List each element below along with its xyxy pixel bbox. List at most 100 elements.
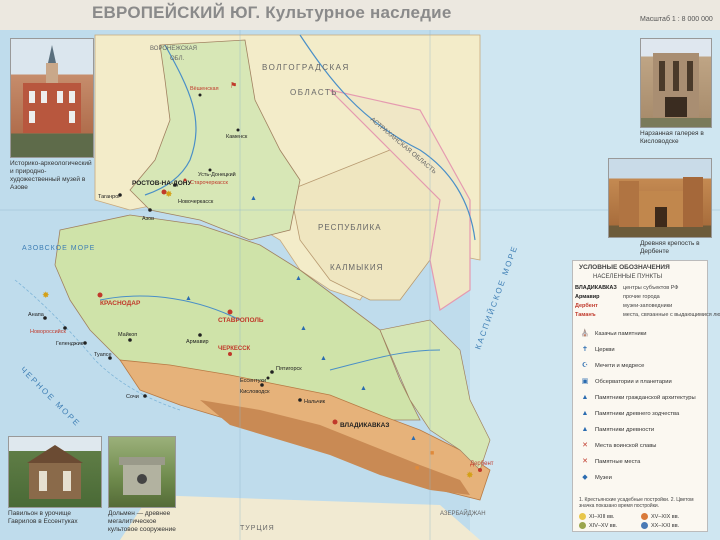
monument-icon[interactable]: ▲ [185,295,192,302]
legend-population-row: Таманъ места, связанные с выдающимися люд… [575,312,720,318]
epoch-label: XV–XIX вв. [651,513,680,520]
legend-epoch: XX–XXI вв. [641,522,679,529]
country-label: ТУРЦИЯ [240,525,275,532]
city-label[interactable]: Ессентуки [240,378,266,384]
country-label: АЗЕРБАЙДЖАН [440,509,486,517]
mosque-icon[interactable]: ▲ [410,435,417,442]
museum-reserve-icon[interactable]: ✸ [466,470,474,480]
city-label[interactable]: Азов [142,216,154,222]
caption-essentuki-pavilion: Павильон в урочище Гаврилов в Ессентуках [8,510,78,525]
city-marker[interactable] [228,352,232,356]
city-marker[interactable] [332,419,338,425]
legend-item-label: Памятники древнего зодчества [595,411,680,417]
legend-item: ⛪ Казачьи памятники [579,329,647,338]
photo-essentuki-pavilion [8,436,102,508]
legend-item: ✕ Памятные места [579,457,640,466]
city-label[interactable]: Каменск [226,134,248,140]
legend-subtitle: НАСЕЛЕННЫЕ ПУНКТЫ [593,274,663,280]
museum-reserve-icon[interactable]: ✸ [165,189,173,199]
city-marker[interactable] [143,394,147,398]
city-marker[interactable] [198,333,202,337]
city-label[interactable]: Нальчик [304,399,326,405]
memorial-flag-icon[interactable]: ⚑ [230,81,237,90]
caption-narzan-gallery: Нарзанная галерея в Кисловодске [640,130,704,145]
epoch-color-swatch [641,522,648,529]
city-label[interactable]: Майкоп [118,331,137,338]
city-label[interactable]: Таганрог [98,194,120,200]
city-marker[interactable] [128,338,132,342]
city-marker[interactable] [83,341,87,345]
fortress-icon[interactable]: ■ [430,450,434,457]
city-marker[interactable] [198,93,202,97]
photo-dolmen [108,436,176,508]
legend-note: 1. Крестьянские усадебные постройки. 2. … [579,497,694,509]
city-label[interactable]: Старочеркасск [190,180,229,186]
city-label[interactable]: КРАСНОДАР [100,300,141,307]
city-marker[interactable] [236,128,240,132]
city-marker[interactable] [148,208,152,212]
mosque-icon: ☪ [581,362,589,369]
church-icon[interactable]: ▲ [295,275,302,282]
city-marker[interactable] [298,398,302,402]
caption-azov-museum: Историко-археологический и природно-худо… [10,160,92,191]
city-label[interactable]: Анапа [28,312,45,318]
epoch-color-swatch [641,513,648,520]
photo-azov-museum [10,38,94,158]
city-label[interactable]: ЧЕРКЕССК [218,346,251,352]
fortress-wall-icon [619,177,703,227]
city-marker[interactable] [266,376,270,380]
legend-population-row: Армавир прочие города [575,294,660,300]
city-label[interactable]: РОСТОВ-НА-ДОНУ [132,180,192,187]
city-label[interactable]: Геленджик [56,341,84,347]
museum-reserve-icon[interactable]: ✸ [42,290,50,300]
legend-item: ✕ Места воинской славы [579,441,656,450]
legend-item-label: Музеи [595,475,612,481]
dolmen-stone-icon [119,457,165,495]
architecture-icon: ▲ [581,394,589,401]
legend-population-row: ВЛАДИКАВКАЗ центры субъектов РФ [575,285,679,291]
legend-item-label: Казачьи памятники [595,331,647,337]
city-label[interactable]: Новороссийск [30,328,66,335]
epoch-label: XX–XXI вв. [651,522,680,529]
monument-icon[interactable]: ▲ [360,385,367,392]
city-marker[interactable] [97,292,103,298]
pavilion-icon [27,445,83,499]
city-label[interactable]: Дербент [470,461,494,467]
city-label[interactable]: Новочеркасск [178,199,214,205]
legend-item-label: Обсерватории и планетарии [595,379,672,385]
city-marker[interactable] [183,178,187,182]
church-icon[interactable]: ▲ [320,355,327,362]
legend-city-sample: Армавир [575,294,600,300]
church-icon[interactable]: ▲ [250,195,257,202]
city-label[interactable]: Армавир [186,339,209,345]
fortress-icon[interactable]: ■ [415,465,419,472]
city-label[interactable]: Туапсе [94,352,112,358]
legend-city-sample: Дербент [575,303,598,309]
city-label[interactable]: СТАВРОПОЛЬ [218,317,264,324]
city-marker[interactable] [478,468,482,472]
city-label[interactable]: Усть-Донецкий [198,171,236,178]
city-label[interactable]: Вёшенская [190,86,219,92]
region-label: ОБЛ. [170,56,185,62]
legend-item-label: Места воинской славы [595,443,657,449]
museum-icon: ◆ [582,474,588,481]
observatory-icon: ▣ [581,378,589,385]
city-label[interactable]: Пятигорск [276,366,302,372]
legend-city-desc: музеи-заповедники [623,303,673,309]
monument-icon[interactable]: ▲ [300,325,307,332]
city-marker[interactable] [227,309,233,315]
city-marker[interactable] [270,370,274,374]
legend-city-sample: ВЛАДИКАВКАЗ [575,285,617,291]
region-label: ВОРОНЕЖСКАЯ [150,46,197,52]
caption-dolmen: Дольмен — древнее мегалитическое культов… [108,510,176,533]
legend-item: ▲ Памятники древнего зодчества [579,409,680,418]
city-label[interactable]: Кисловодск [240,389,270,395]
city-label[interactable]: Сочи [126,394,139,400]
legend-title: УСЛОВНЫЕ ОБОЗНАЧЕНИЯ [579,264,670,271]
legend-city-desc: прочие города [623,294,660,300]
map-legend: УСЛОВНЫЕ ОБОЗНАЧЕНИЯ НАСЕЛЕННЫЕ ПУНКТЫ В… [572,260,720,532]
legend-item-label: Памятники древности [595,427,655,433]
city-label[interactable]: ВЛАДИКАВКАЗ [340,422,389,429]
legend-item: ▲ Памятники древности [579,425,655,434]
city-marker[interactable] [173,183,177,187]
